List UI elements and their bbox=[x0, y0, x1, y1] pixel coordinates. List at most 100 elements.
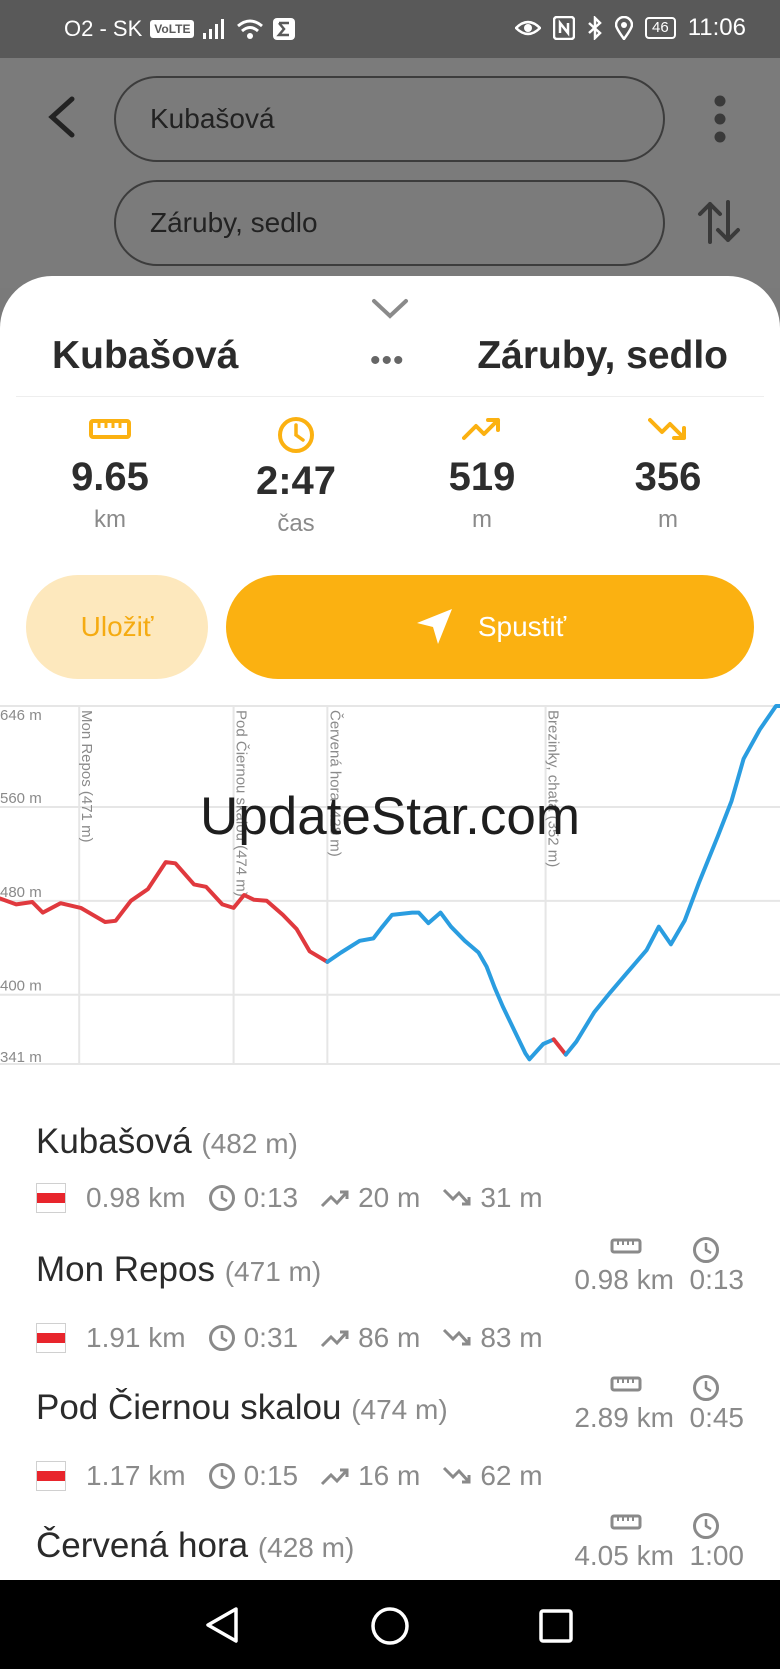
stat-value: 519 bbox=[448, 455, 516, 499]
waypoint-altitude: (474 m) bbox=[351, 1394, 448, 1425]
stat-value: 2:47 bbox=[255, 459, 337, 503]
descent-icon bbox=[648, 418, 686, 440]
cumulative-stats: 4.05 km 1:00 bbox=[574, 1512, 744, 1572]
volte-badge: VoLTE bbox=[150, 20, 195, 38]
start-button[interactable]: Spustiť bbox=[226, 575, 754, 679]
nav-home-icon[interactable] bbox=[370, 1606, 410, 1646]
route-end-label: Záruby, sedlo bbox=[477, 334, 728, 377]
ascent-icon bbox=[321, 1190, 349, 1208]
swap-icon[interactable] bbox=[696, 198, 742, 246]
cumulative-time: 1:00 bbox=[689, 1540, 745, 1571]
elevation-series-line bbox=[563, 704, 780, 1057]
sigma-app-icon bbox=[273, 18, 296, 40]
clock-icon bbox=[693, 1375, 719, 1401]
clock-icon bbox=[693, 1237, 719, 1263]
cumulative-distance: 0.98 km bbox=[574, 1264, 674, 1295]
trail-marker-icon bbox=[36, 1323, 66, 1353]
leg-time: 0:13 bbox=[243, 1182, 299, 1213]
y-tick-label: 646 m bbox=[0, 707, 42, 724]
divider bbox=[16, 396, 764, 397]
elevation-chart[interactable]: 646 m560 m480 m400 m341 mMon Repos (471 … bbox=[0, 696, 780, 1086]
ascent-icon bbox=[321, 1468, 349, 1486]
stat-time: 2:47 čas bbox=[216, 416, 376, 538]
descent-icon bbox=[443, 1188, 471, 1206]
leg-item[interactable]: Mon Repos (471 m) 0.98 km 0:13 1.91 km 0… bbox=[36, 1236, 780, 1366]
bluetooth-icon bbox=[588, 16, 602, 40]
status-bar: O2 - SK VoLTE 46 11:06 bbox=[0, 0, 780, 58]
cumulative-time: 0:13 bbox=[689, 1264, 745, 1295]
elevation-series-line bbox=[551, 1037, 568, 1057]
leg-distance: 1.17 km bbox=[86, 1460, 186, 1491]
leg-time: 0:15 bbox=[243, 1460, 299, 1491]
leg-time: 0:31 bbox=[243, 1322, 299, 1353]
navigation-arrow-icon bbox=[416, 609, 452, 644]
stat-unit: čas bbox=[277, 510, 315, 537]
system-nav-bar bbox=[0, 1580, 780, 1669]
leg-item[interactable]: Kubašová (482 m) 0.98 km 0:13 20 m 31 m bbox=[36, 1122, 780, 1222]
stat-distance: 9.65 km bbox=[30, 416, 190, 534]
leg-descent: 62 m bbox=[480, 1460, 543, 1491]
stat-value: 356 bbox=[634, 455, 702, 499]
ruler-icon bbox=[610, 1376, 642, 1392]
ascent-icon bbox=[462, 418, 500, 440]
wifi-icon bbox=[237, 19, 264, 39]
stat-unit: m bbox=[658, 506, 678, 533]
waypoint-altitude: (482 m) bbox=[201, 1128, 298, 1159]
cumulative-stats: 0.98 km 0:13 bbox=[574, 1236, 744, 1296]
y-tick-label: 400 m bbox=[0, 978, 42, 995]
stat-unit: m bbox=[472, 506, 492, 533]
nav-recents-icon[interactable] bbox=[538, 1608, 574, 1644]
location-icon bbox=[615, 16, 634, 40]
descent-icon bbox=[443, 1328, 471, 1346]
leg-descent: 31 m bbox=[480, 1182, 543, 1213]
stat-unit: km bbox=[94, 506, 126, 533]
clock-icon bbox=[208, 1325, 235, 1351]
waypoint-altitude: (471 m) bbox=[224, 1256, 322, 1287]
leg-ascent: 20 m bbox=[358, 1182, 421, 1213]
trail-marker-icon bbox=[36, 1183, 66, 1213]
signal-icon bbox=[203, 19, 225, 39]
descent-icon bbox=[443, 1466, 471, 1484]
leg-item[interactable]: Pod Čiernou skalou (474 m) 2.89 km 0:45 … bbox=[36, 1374, 780, 1504]
route-start-label: Kubašová bbox=[52, 334, 239, 377]
start-button-label: Spustiť bbox=[477, 611, 567, 642]
waypoint-name: Pod Čiernou skalou bbox=[36, 1388, 342, 1427]
watermark-text: UpdateStar.com bbox=[199, 787, 581, 846]
nav-back-icon[interactable] bbox=[204, 1606, 240, 1644]
waypoint-name: Mon Repos bbox=[36, 1250, 215, 1289]
clock-time: 11:06 bbox=[687, 14, 746, 41]
clock-icon bbox=[208, 1463, 235, 1489]
leg-item[interactable]: Červená hora (428 m) 4.05 km 1:00 bbox=[36, 1512, 780, 1578]
destination-field[interactable]: Záruby, sedlo bbox=[114, 180, 665, 266]
elevation-series-line bbox=[325, 910, 556, 1062]
save-button[interactable]: Uložiť bbox=[26, 575, 208, 679]
chevron-down-icon[interactable] bbox=[371, 298, 409, 320]
waypoint-altitude: (428 m) bbox=[257, 1532, 355, 1563]
origin-field[interactable]: Kubašová bbox=[114, 76, 665, 162]
cumulative-time: 0:45 bbox=[689, 1402, 745, 1433]
ruler-icon bbox=[610, 1238, 642, 1254]
route-dots-icon: ••• bbox=[370, 344, 405, 377]
elevation-series-line bbox=[0, 860, 330, 964]
leg-descent: 83 m bbox=[480, 1322, 543, 1353]
cumulative-distance: 4.05 km bbox=[574, 1540, 674, 1571]
leg-ascent: 16 m bbox=[358, 1460, 421, 1491]
nfc-icon bbox=[553, 16, 576, 40]
back-arrow-icon[interactable] bbox=[42, 95, 82, 139]
y-tick-label: 341 m bbox=[0, 1049, 42, 1066]
eye-icon bbox=[515, 20, 542, 36]
ruler-icon bbox=[89, 419, 131, 439]
stat-ascent: 519 m bbox=[402, 416, 562, 534]
more-vert-icon[interactable] bbox=[706, 94, 734, 144]
leg-ascent: 86 m bbox=[358, 1322, 421, 1353]
clock-icon bbox=[208, 1185, 235, 1211]
y-tick-label: 480 m bbox=[0, 884, 42, 901]
clock-icon bbox=[278, 417, 314, 453]
trail-marker-icon bbox=[36, 1461, 66, 1491]
cumulative-stats: 2.89 km 0:45 bbox=[574, 1374, 744, 1434]
waypoint-name: Kubašová bbox=[36, 1122, 192, 1161]
battery-indicator: 46 bbox=[645, 17, 676, 39]
carrier-label: O2 - SK bbox=[64, 16, 143, 41]
stat-descent: 356 m bbox=[588, 416, 748, 534]
cumulative-distance: 2.89 km bbox=[574, 1402, 674, 1433]
